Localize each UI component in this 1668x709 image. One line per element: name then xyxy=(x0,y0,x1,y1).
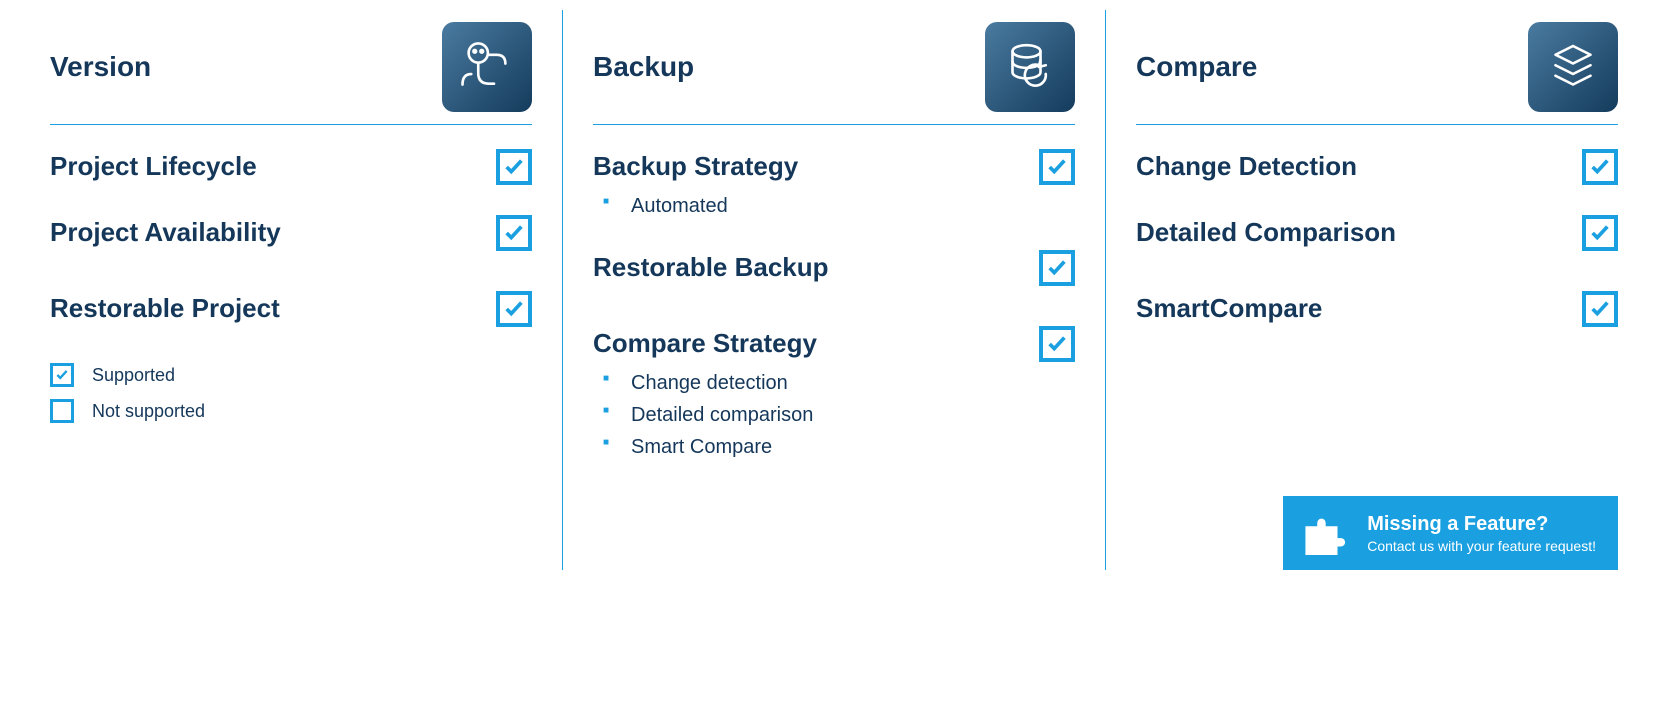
feature-request-button[interactable]: Missing a Feature? Contact us with your … xyxy=(1283,496,1618,570)
feature-label: Change Detection xyxy=(1136,149,1357,182)
column-header: Version xyxy=(50,10,532,125)
column-title: Version xyxy=(50,51,151,83)
checkbox-checked-icon xyxy=(1582,215,1618,251)
cta-subtitle: Contact us with your feature request! xyxy=(1367,538,1596,554)
feature-label: Compare Strategy xyxy=(593,326,817,359)
feature-subitems: Automated xyxy=(593,190,798,222)
feature-item: Restorable Backup xyxy=(593,250,1075,286)
puzzle-icon xyxy=(1297,506,1351,560)
column-version: Version Project Lifecycle Project xyxy=(20,10,562,570)
list-item: Detailed comparison xyxy=(603,399,817,431)
feature-label: Detailed Comparison xyxy=(1136,215,1396,248)
column-header: Backup xyxy=(593,10,1075,125)
cta-text: Missing a Feature? Contact us with your … xyxy=(1367,513,1596,554)
layers-icon xyxy=(1528,22,1618,112)
cta-title: Missing a Feature? xyxy=(1367,513,1596,536)
checkbox-checked-icon xyxy=(1039,326,1075,362)
feature-item: Restorable Project xyxy=(50,291,532,327)
feature-label: Project Availability xyxy=(50,215,281,248)
checkbox-unchecked-icon xyxy=(50,399,74,423)
columns: Version Project Lifecycle Project xyxy=(20,10,1648,570)
legend: Supported Not supported xyxy=(50,363,532,423)
feature-item: Change Detection xyxy=(1136,149,1618,185)
robot-icon xyxy=(442,22,532,112)
feature-subitems: Change detection Detailed comparison Sma… xyxy=(593,367,817,463)
checkbox-checked-icon xyxy=(1582,291,1618,327)
column-compare: Compare Change Detection Detailed Compar… xyxy=(1105,10,1648,570)
database-restore-icon xyxy=(985,22,1075,112)
column-title: Backup xyxy=(593,51,694,83)
legend-label: Supported xyxy=(92,365,175,386)
feature-item: Detailed Comparison xyxy=(1136,215,1618,251)
checkbox-checked-icon xyxy=(1582,149,1618,185)
checkbox-checked-icon xyxy=(1039,250,1075,286)
checkbox-checked-icon xyxy=(50,363,74,387)
feature-label: Restorable Backup xyxy=(593,250,829,283)
feature-label: Restorable Project xyxy=(50,291,280,324)
checkbox-checked-icon xyxy=(496,149,532,185)
feature-item: Compare Strategy Change detection Detail… xyxy=(593,326,1075,463)
feature-label: Backup Strategy xyxy=(593,149,798,182)
feature-item: Backup Strategy Automated xyxy=(593,149,1075,222)
feature-item: Project Lifecycle xyxy=(50,149,532,185)
feature-label: Project Lifecycle xyxy=(50,149,257,182)
legend-row-supported: Supported xyxy=(50,363,532,387)
checkbox-checked-icon xyxy=(496,291,532,327)
list-item: Change detection xyxy=(603,367,817,399)
list-item: Smart Compare xyxy=(603,431,817,463)
legend-label: Not supported xyxy=(92,401,205,422)
column-title: Compare xyxy=(1136,51,1257,83)
feature-label: SmartCompare xyxy=(1136,291,1322,324)
checkbox-checked-icon xyxy=(496,215,532,251)
feature-item: SmartCompare xyxy=(1136,291,1618,327)
feature-item: Project Availability xyxy=(50,215,532,251)
list-item: Automated xyxy=(603,190,798,222)
column-header: Compare xyxy=(1136,10,1618,125)
checkbox-checked-icon xyxy=(1039,149,1075,185)
legend-row-not-supported: Not supported xyxy=(50,399,532,423)
column-backup: Backup Backup Strategy Automated xyxy=(562,10,1105,570)
